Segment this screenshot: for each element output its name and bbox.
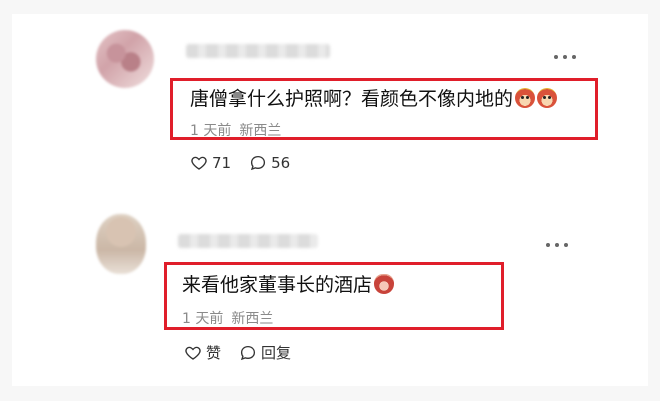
like-label: 赞 — [206, 344, 222, 362]
location: 新西兰 — [239, 123, 282, 139]
reply-label: 回复 — [261, 344, 292, 362]
heart-icon — [184, 344, 202, 362]
chat-bubble-icon — [249, 154, 267, 172]
like-button[interactable]: 71 — [190, 154, 231, 172]
heart-icon — [190, 154, 208, 172]
avatar[interactable] — [96, 30, 154, 88]
username-blurred[interactable] — [178, 234, 318, 248]
like-button[interactable]: 赞 — [184, 342, 221, 363]
monkey-emoji-icon — [515, 88, 536, 108]
reply-button[interactable]: 56 — [249, 154, 290, 172]
comment-meta: 1 天前 新西兰 — [182, 308, 273, 328]
comment-text: 唐僧拿什么护照啊？看颜色不像内地的 — [190, 84, 558, 111]
username-blurred[interactable] — [186, 44, 330, 58]
more-options-icon[interactable] — [546, 242, 568, 248]
timestamp: 1 天前 — [182, 311, 224, 327]
location: 新西兰 — [231, 311, 274, 327]
chat-bubble-icon — [239, 344, 257, 362]
avatar[interactable] — [96, 214, 146, 274]
angry-emoji-icon — [374, 274, 395, 294]
comment-actions: 赞 回复 — [184, 342, 309, 363]
comment-actions: 71 56 — [190, 154, 308, 172]
comment-meta: 1 天前 新西兰 — [190, 120, 281, 140]
timestamp: 1 天前 — [190, 123, 232, 139]
more-options-icon[interactable] — [554, 54, 576, 60]
comment-text: 来看他家董事长的酒店 — [182, 270, 395, 297]
like-count: 71 — [212, 154, 232, 172]
reply-count: 56 — [271, 154, 291, 172]
reply-button[interactable]: 回复 — [239, 342, 291, 363]
monkey-emoji-icon — [537, 88, 558, 108]
